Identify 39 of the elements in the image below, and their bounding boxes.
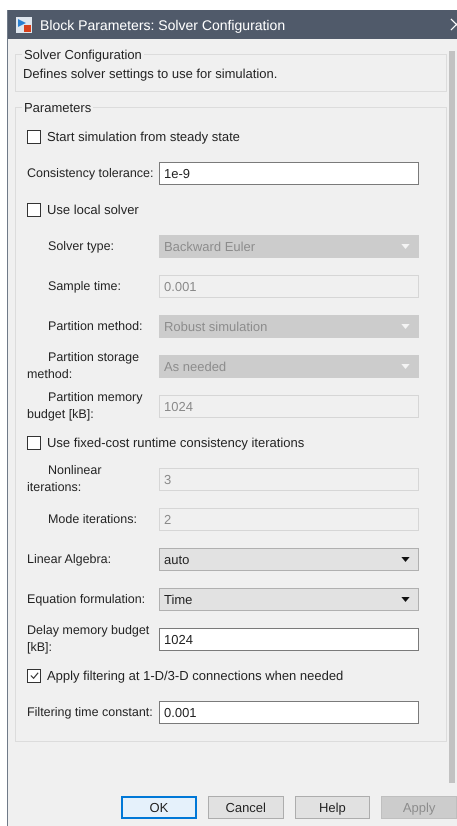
field-label: Partition storage method: — [27, 349, 140, 383]
input-field[interactable]: 1e-9 — [159, 162, 419, 184]
dropdown[interactable]: Time — [159, 588, 419, 610]
checkbox-label[interactable]: Apply filtering at 1-D/3-D connections when needed — [47, 668, 344, 683]
group-title: Solver Configuration — [23, 47, 143, 62]
caret-icon — [401, 364, 410, 368]
dialog-button[interactable]: OK — [121, 796, 197, 819]
field-label: Equation formulation: — [27, 590, 146, 608]
field-label: Mode iterations: — [47, 510, 138, 528]
field-label: Sample time: — [47, 278, 122, 294]
input-field[interactable]: 1024 — [159, 628, 419, 650]
field-label: Consistency tolerance: — [27, 164, 154, 182]
field-label: Linear Algebra: — [27, 550, 112, 568]
scrollbar-thumb[interactable] — [449, 51, 455, 783]
caret-icon — [401, 324, 410, 328]
field-label: Filtering time constant: — [27, 704, 154, 720]
caret-icon — [401, 556, 410, 562]
caret-icon — [401, 244, 410, 248]
input-field[interactable]: 0.001 — [159, 700, 419, 724]
checkbox-label[interactable]: Use local solver — [47, 202, 139, 217]
dialog-button[interactable]: Help — [294, 796, 370, 819]
checkbox-label[interactable]: Use fixed-cost runtime consistency iterations — [47, 435, 304, 450]
field-label: Nonlinear iterations: — [27, 462, 103, 496]
group-title: Parameters — [23, 100, 92, 115]
checkbox[interactable] — [27, 436, 41, 450]
field-label: Partition method: — [47, 318, 144, 334]
field-label: Partition memory budget [kB]: — [27, 389, 144, 423]
field-label: Delay memory budget [kB]: — [27, 622, 150, 656]
checkbox-label[interactable]: Start simulation from steady state — [47, 129, 240, 144]
dropdown[interactable]: auto — [159, 548, 419, 570]
window-title: Block Parameters: Solver Configuration — [40, 16, 286, 32]
block-icon — [16, 16, 32, 32]
caret-icon — [401, 596, 410, 602]
description-text: Defines solver settings to use for simulation. — [23, 66, 278, 81]
dialog-button[interactable]: Cancel — [208, 796, 284, 819]
checkbox[interactable] — [27, 668, 41, 682]
field-label: Solver type: — [47, 238, 116, 254]
checkbox[interactable] — [27, 202, 41, 216]
checkbox[interactable] — [27, 130, 41, 144]
